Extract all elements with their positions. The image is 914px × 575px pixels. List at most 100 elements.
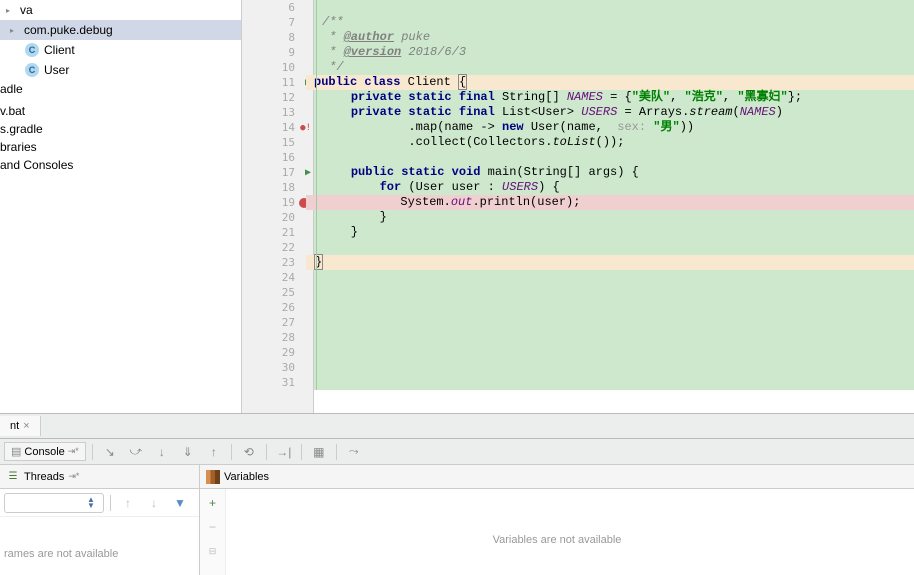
tree-item-label: v.bat [0, 104, 25, 118]
code-line[interactable] [314, 285, 914, 300]
gutter-line[interactable]: 6 [242, 0, 313, 15]
step-into-button[interactable]: ↓ [151, 442, 173, 462]
tree-item[interactable]: braries [0, 138, 241, 156]
code-line[interactable]: } [314, 225, 914, 240]
console-icon: ▤ [11, 445, 21, 458]
variables-icon [206, 470, 220, 484]
code-line[interactable] [314, 360, 914, 375]
gutter-line[interactable]: 22 [242, 240, 313, 255]
run-icon[interactable]: ▶ [305, 167, 311, 178]
tree-item-label: User [44, 63, 69, 77]
tree-item[interactable]: com.puke.debug [0, 20, 241, 40]
folder-icon [4, 22, 20, 38]
gutter-line[interactable]: 27 [242, 315, 313, 330]
tab-label: nt [10, 420, 19, 432]
code-line[interactable] [314, 270, 914, 285]
gutter-line[interactable]: 16 [242, 150, 313, 165]
code-line[interactable]: /** [314, 15, 914, 30]
variables-pane: Variables + − ⊟ Variables are not availa… [200, 465, 914, 575]
new-watch-button[interactable]: + [202, 493, 224, 513]
code-line[interactable]: */ [314, 60, 914, 75]
threads-icon: ☰ [6, 470, 20, 484]
drop-frame-button[interactable]: ⟲ [238, 442, 260, 462]
gutter-line[interactable]: 23 [242, 255, 313, 270]
folder-icon [0, 2, 16, 18]
code-editor[interactable]: /** * @author puke * @version 2018/6/3 *… [314, 0, 914, 390]
code-line[interactable]: } [306, 255, 914, 270]
code-line[interactable]: } [314, 210, 914, 225]
code-line[interactable] [314, 315, 914, 330]
code-line[interactable]: private static final List<User> USERS = … [314, 105, 914, 120]
tree-item[interactable]: s.gradle [0, 120, 241, 138]
gutter-line[interactable]: 29 [242, 345, 313, 360]
gutter-line[interactable]: 25 [242, 285, 313, 300]
tree-item[interactable]: CClient [0, 40, 241, 60]
code-line[interactable]: .map(name -> new User(name, sex: "男")) [314, 120, 914, 135]
gutter-line[interactable]: 19 [242, 195, 313, 210]
gutter-line[interactable]: 10 [242, 60, 313, 75]
remove-watch-button[interactable]: − [202, 517, 224, 537]
gutter-line[interactable]: 18 [242, 180, 313, 195]
gutter-line[interactable]: 15 [242, 135, 313, 150]
vars-sidebar: + − ⊟ [200, 489, 226, 575]
next-frame-button[interactable]: ↓ [143, 493, 165, 513]
debug-toolbar: ▤ Console ⇥* ↘ ⤻ ↓ ⇓ ↑ ⟲ →| ▦ ⤳ [0, 439, 914, 465]
prev-frame-button[interactable]: ↑ [117, 493, 139, 513]
gutter-line[interactable]: 28 [242, 330, 313, 345]
code-line[interactable] [314, 345, 914, 360]
run-to-cursor-button[interactable]: →| [273, 442, 295, 462]
code-line[interactable]: .collect(Collectors.toList()); [314, 135, 914, 150]
trace-button[interactable]: ⤳ [343, 442, 365, 462]
code-line[interactable] [314, 0, 914, 15]
tree-item[interactable]: v.bat [0, 102, 241, 120]
code-line[interactable] [314, 240, 914, 255]
gutter-line[interactable]: 17▶ [242, 165, 313, 180]
gutter-line[interactable]: 24 [242, 270, 313, 285]
gutter-line[interactable]: 9 [242, 45, 313, 60]
collapse-button[interactable]: ⊟ [202, 541, 224, 561]
editor-gutter[interactable]: 67891011▶121314●!151617▶1819202122232425… [242, 0, 314, 413]
code-line[interactable] [314, 330, 914, 345]
gutter-line[interactable]: 11▶ [242, 75, 313, 90]
pin-icon: ⇥* [68, 446, 79, 457]
code-line[interactable]: * @author puke [314, 30, 914, 45]
code-line[interactable]: public static void main(String[] args) { [314, 165, 914, 180]
tree-item[interactable]: and Consoles [0, 156, 241, 174]
gutter-line[interactable]: 30 [242, 360, 313, 375]
code-line[interactable]: * @version 2018/6/3 [314, 45, 914, 60]
step-over-button[interactable]: ⤻ [125, 442, 147, 462]
gutter-line[interactable]: 8 [242, 30, 313, 45]
tree-item[interactable]: CUser [0, 60, 241, 80]
filter-frames-button[interactable]: ▼ [169, 493, 191, 513]
close-icon[interactable]: × [23, 420, 29, 432]
force-step-into-button[interactable]: ⇓ [177, 442, 199, 462]
gutter-line[interactable]: 21 [242, 225, 313, 240]
gutter-line[interactable]: 14●! [242, 120, 313, 135]
variables-header[interactable]: Variables [200, 465, 914, 489]
gutter-line[interactable]: 13 [242, 105, 313, 120]
code-line[interactable]: public class Client { [306, 75, 914, 90]
threads-header[interactable]: ☰ Threads ⇥* [0, 465, 199, 489]
gutter-line[interactable]: 12 [242, 90, 313, 105]
show-exec-point-button[interactable]: ↘ [99, 442, 121, 462]
evaluate-button[interactable]: ▦ [308, 442, 330, 462]
code-line[interactable]: System.out.println(user); [306, 195, 914, 210]
step-out-button[interactable]: ↑ [203, 442, 225, 462]
code-line[interactable] [314, 375, 914, 390]
tree-item-label: adle [0, 82, 23, 96]
tree-item[interactable]: va [0, 0, 241, 20]
code-line[interactable]: private static final String[] NAMES = {"… [314, 90, 914, 105]
project-tree[interactable]: vacom.puke.debugCClientCUser adle v.bat s.g… [0, 0, 242, 413]
code-line[interactable] [314, 300, 914, 315]
gutter-line[interactable]: 7 [242, 15, 313, 30]
debug-tabs-bar: nt × [0, 413, 914, 439]
gutter-line[interactable]: 20 [242, 210, 313, 225]
debug-session-tab[interactable]: nt × [0, 416, 41, 436]
tree-item[interactable]: adle [0, 80, 241, 98]
code-line[interactable]: for (User user : USERS) { [314, 180, 914, 195]
code-line[interactable] [314, 150, 914, 165]
gutter-line[interactable]: 31 [242, 375, 313, 390]
console-tab[interactable]: ▤ Console ⇥* [4, 442, 86, 461]
gutter-line[interactable]: 26 [242, 300, 313, 315]
thread-selector[interactable]: ▲▼ [4, 493, 104, 513]
